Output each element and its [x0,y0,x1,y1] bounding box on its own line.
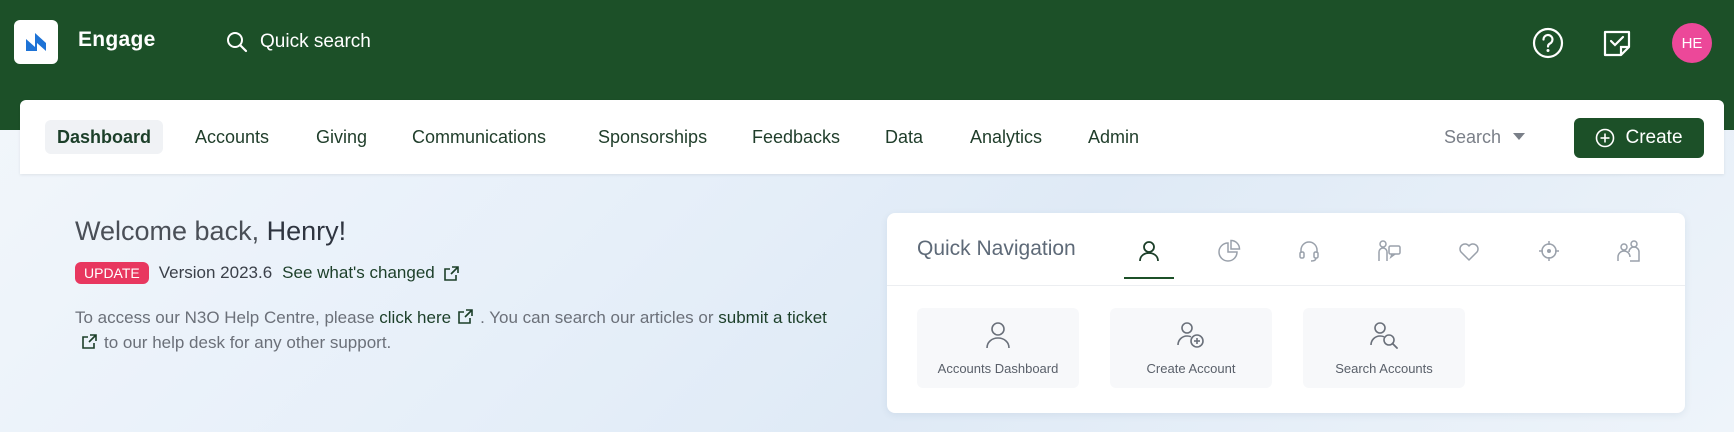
pie-chart-icon [1218,239,1241,262]
quick-nav-tile-create-account[interactable]: Create Account [1110,308,1272,388]
help-text-part2: . You can search our articles or [480,308,714,327]
search-icon [227,32,248,53]
quick-nav-tab-admin[interactable] [1604,239,1654,279]
nav-item-feedbacks[interactable]: Feedbacks [752,120,840,154]
help-text-part3: to our help desk for any other support. [104,333,392,352]
tile-label: Create Account [1146,360,1236,376]
nav-item-sponsorships[interactable]: Sponsorships [598,120,707,154]
quick-navigation-title: Quick Navigation [917,237,1076,260]
welcome-heading: Welcome back, Henry! [75,216,346,247]
version-text: Version 2023.6 [158,263,273,282]
nav-item-dashboard[interactable]: Dashboard [45,120,164,154]
user-search-icon [1370,321,1398,349]
nav-search-dropdown[interactable]: Search [1444,120,1526,154]
quick-nav-tab-accounts[interactable] [1124,239,1174,279]
quick-search-label: Quick search [260,31,371,52]
help-text-part1: To access our N3O Help Centre, please [75,308,375,327]
see-changes-link[interactable]: See what's changed [282,263,460,283]
logo-icon [26,33,46,51]
nav-item-giving[interactable]: Giving [316,120,367,154]
user-icon [1139,241,1159,262]
nav-item-analytics[interactable]: Analytics [970,120,1042,154]
welcome-user-name: Henry! [266,216,347,246]
submit-ticket-link[interactable]: submit a ticket [718,308,827,327]
tile-label: Accounts Dashboard [937,360,1059,376]
quick-nav-divider [887,285,1685,286]
tile-label: Search Accounts [1335,360,1433,376]
welcome-greeting: Welcome back, [75,216,260,246]
quick-nav-tile-accounts-dashboard[interactable]: Accounts Dashboard [917,308,1079,388]
help-centre-text: To access our N3O Help Centre, please cl… [75,305,845,355]
task-note-icon [1603,30,1631,57]
nav-item-accounts[interactable]: Accounts [195,120,269,154]
tasks-button[interactable] [1600,26,1634,60]
see-changes-label: See what's changed [282,263,435,282]
quick-nav-tab-giving[interactable] [1444,239,1494,279]
app-name: Engage [78,28,156,51]
main-nav: Dashboard Accounts Giving Communications… [20,100,1724,174]
plus-circle-icon [1596,128,1615,148]
quick-nav-tab-feedbacks[interactable] [1524,239,1574,279]
help-button[interactable] [1531,26,1565,60]
quick-search[interactable]: Quick search [226,27,371,57]
external-link-icon [82,334,97,349]
help-icon [1532,27,1564,59]
people-icon [1617,240,1640,262]
update-badge: UPDATE [75,262,149,284]
nav-item-communications[interactable]: Communications [412,120,546,154]
quick-nav-tab-communications[interactable] [1284,239,1334,279]
person-chat-icon [1378,240,1401,261]
quick-nav-tab-analytics[interactable] [1204,239,1254,279]
external-link-icon [458,309,473,324]
heart-icon [1459,243,1479,261]
help-centre-link[interactable]: click here [379,308,451,327]
nav-item-admin[interactable]: Admin [1088,120,1139,154]
user-icon [986,321,1010,348]
target-icon [1539,241,1559,261]
version-row: UPDATE Version 2023.6 See what's changed [75,260,460,286]
create-button-label: Create [1625,127,1683,148]
quick-nav-tab-sponsorships[interactable] [1364,239,1414,279]
user-avatar[interactable]: HE [1672,23,1712,63]
app-logo[interactable] [14,20,58,64]
external-link-icon [443,265,459,281]
headset-icon [1299,241,1319,262]
quick-nav-tile-search-accounts[interactable]: Search Accounts [1303,308,1465,388]
quick-navigation-panel: Quick Navigation Accounts Dashboard Crea… [887,213,1685,413]
caret-down-icon [1513,133,1526,140]
nav-item-data[interactable]: Data [885,120,923,154]
create-button[interactable]: Create [1574,118,1704,158]
nav-search-label: Search [1444,126,1502,147]
user-add-icon [1177,321,1204,348]
